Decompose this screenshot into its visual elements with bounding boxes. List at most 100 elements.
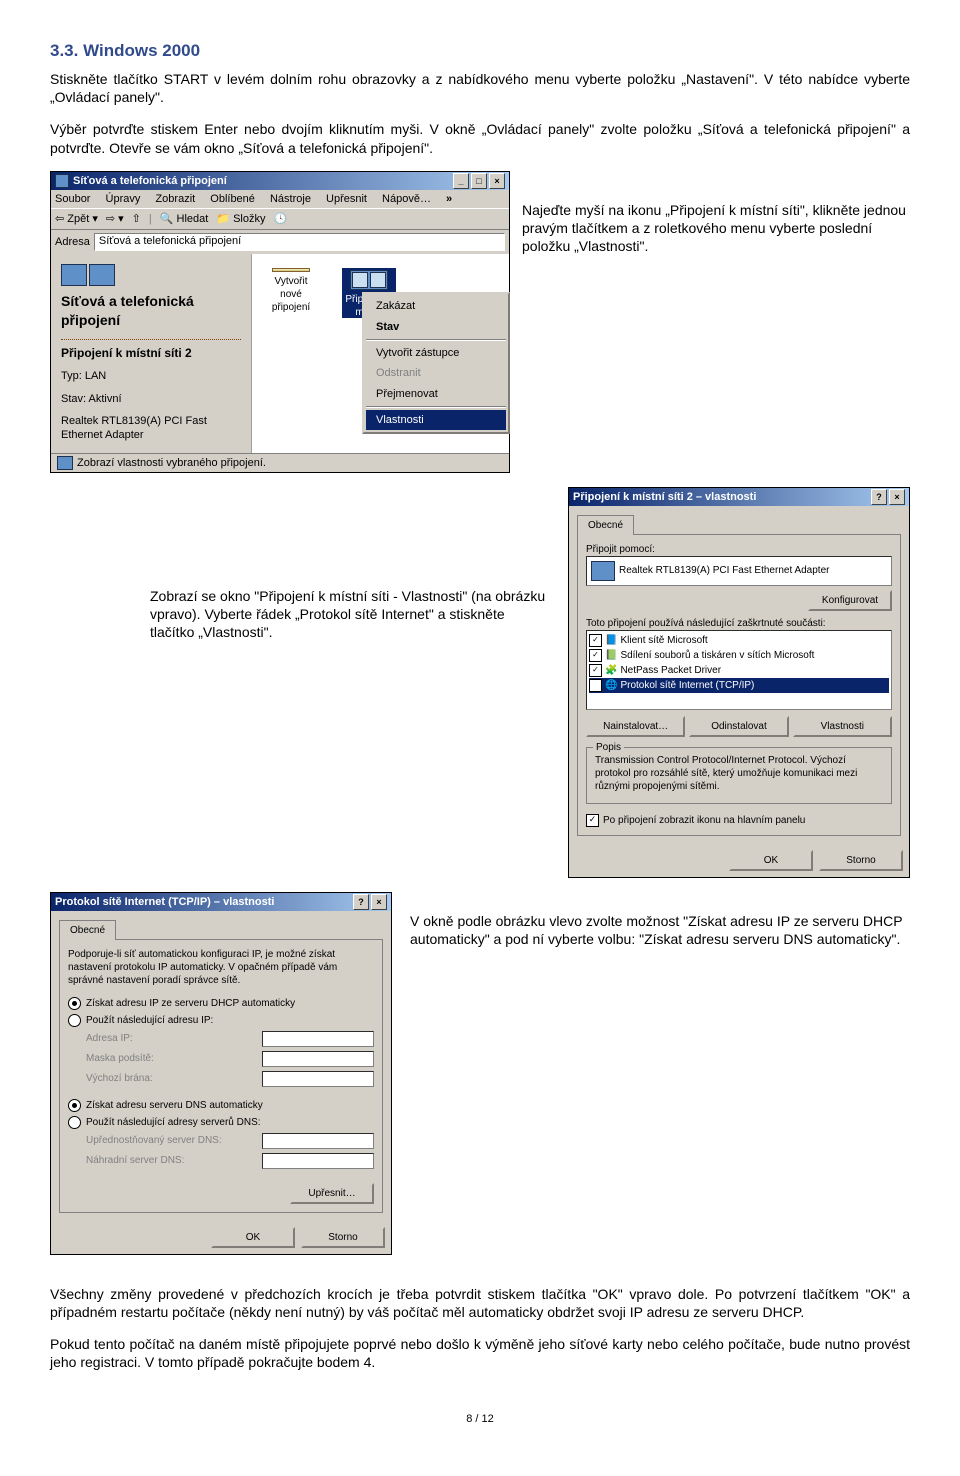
dns1-label: Upřednostňovaný server DNS:: [86, 1134, 222, 1147]
radio-static-ip[interactable]: Použít následující adresu IP:: [68, 1014, 374, 1027]
lan-props-title: Připojení k místní síti 2 – vlastnosti: [573, 488, 756, 506]
explorer-window: Síťová a telefonická připojení _ □ × Sou…: [50, 171, 510, 473]
device-box: Realtek RTL8139(A) PCI Fast Ethernet Ada…: [586, 556, 892, 586]
help-icon[interactable]: ?: [871, 489, 887, 505]
ctx-delete: Odstranit: [366, 363, 506, 383]
menu-soubor[interactable]: Soubor: [55, 193, 90, 205]
ctx-properties[interactable]: Vlastnosti: [366, 410, 506, 430]
cancel-button[interactable]: Storno: [301, 1227, 385, 1248]
nic-icon: [591, 561, 615, 581]
radio-dhcp-ip[interactable]: Získat adresu IP ze serveru DHCP automat…: [68, 997, 374, 1010]
icon-new-connection[interactable]: Vytvořit nové připojení: [266, 268, 316, 314]
explorer-title: Síťová a telefonická připojení: [55, 172, 227, 190]
page-number: 8 / 12: [50, 1412, 910, 1426]
radio-icon: [68, 997, 81, 1010]
advanced-button[interactable]: Upřesnit…: [290, 1183, 374, 1204]
mask-label: Maska podsítě:: [86, 1052, 154, 1065]
uninstall-button[interactable]: Odinstalovat: [689, 716, 788, 737]
caption-2: Zobrazí se okno "Připojení k místní síti…: [50, 487, 550, 642]
caption-3: V okně podle obrázku vlevo zvolte možnos…: [410, 892, 910, 948]
components-list[interactable]: ✓📘 Klient sítě Microsoft ✓📗 Sdílení soub…: [586, 630, 892, 710]
cancel-button[interactable]: Storno: [819, 850, 903, 871]
radio-icon: [68, 1014, 81, 1027]
explorer-titlebar: Síťová a telefonická připojení _ □ ×: [51, 172, 509, 190]
tcpip-titlebar: Protokol sítě Internet (TCP/IP) – vlastn…: [51, 893, 391, 911]
install-button[interactable]: Nainstalovat…: [586, 716, 685, 737]
help-icon[interactable]: ?: [353, 894, 369, 910]
tcpip-row[interactable]: ✓🌐 Protokol sítě Internet (TCP/IP): [589, 678, 889, 693]
show-tray-icon-checkbox[interactable]: ✓ Po připojení zobrazit ikonu na hlavním…: [586, 814, 892, 827]
menu-upresnit[interactable]: Upřesnit: [326, 193, 367, 205]
side-heading: Síťová a telefonická připojení: [61, 292, 241, 328]
dns1-input: [262, 1133, 374, 1149]
dns2-input: [262, 1153, 374, 1169]
ip-label: Adresa IP:: [86, 1032, 133, 1045]
ok-button[interactable]: OK: [729, 850, 813, 871]
properties-button[interactable]: Vlastnosti: [793, 716, 892, 737]
address-label: Adresa: [55, 235, 90, 249]
menubar: Soubor Úpravy Zobrazit Oblíbené Nástroje…: [51, 190, 509, 208]
configure-button[interactable]: Konfigurovat: [808, 590, 892, 611]
ctx-shortcut[interactable]: Vytvořit zástupce: [366, 343, 506, 363]
checkbox-icon: ✓: [586, 814, 599, 827]
chevron-icon[interactable]: »: [446, 193, 452, 205]
side-item-name: Připojení k místní síti 2: [61, 346, 241, 362]
side-state: Stav: Aktivní: [61, 392, 241, 406]
paragraph-2: Výběr potvrďte stiskem Enter nebo dvojím…: [50, 120, 910, 156]
gw-input: [262, 1071, 374, 1087]
tab-general[interactable]: Obecné: [59, 920, 116, 940]
section-heading: 3.3. Windows 2000: [50, 40, 910, 62]
icon-pane[interactable]: Vytvořit nové připojení Připojení k míst…: [252, 254, 509, 452]
caption-1: Najeďte myší na ikonu „Připojení k místn…: [522, 171, 910, 473]
menu-napoveda[interactable]: Nápově…: [382, 193, 431, 205]
side-type: Typ: LAN: [61, 369, 241, 383]
mask-input: [262, 1051, 374, 1067]
radio-icon: [68, 1116, 81, 1129]
menu-oblibene[interactable]: Oblíbené: [210, 193, 255, 205]
close-icon[interactable]: ×: [371, 894, 387, 910]
maximize-icon[interactable]: □: [471, 173, 487, 189]
connect-using-label: Připojit pomocí:: [586, 543, 892, 556]
context-menu: Zakázat Stav Vytvořit zástupce Odstranit…: [362, 292, 510, 434]
toolbar: ⇦ Zpět ▾ ⇨ ▾ ⇧ | 🔍 Hledat 📁 Složky 🕓: [51, 208, 509, 230]
menu-zobrazit[interactable]: Zobrazit: [155, 193, 195, 205]
description-group: Popis Transmission Control Protocol/Inte…: [586, 747, 892, 804]
tcpip-dialog: Protokol sítě Internet (TCP/IP) – vlastn…: [50, 892, 392, 1255]
ok-button[interactable]: OK: [211, 1227, 295, 1248]
minimize-icon[interactable]: _: [453, 173, 469, 189]
address-bar: Adresa Síťová a telefonická připojení: [51, 230, 509, 254]
search-button[interactable]: 🔍 Hledat: [160, 212, 209, 226]
radio-icon: [68, 1099, 81, 1112]
dns2-label: Náhradní server DNS:: [86, 1154, 184, 1167]
side-panel: Síťová a telefonická připojení Připojení…: [51, 254, 252, 452]
paragraph-end-1: Všechny změny provedené v předchozích kr…: [50, 1285, 910, 1321]
up-button[interactable]: ⇧: [132, 212, 141, 226]
tcpip-title: Protokol sítě Internet (TCP/IP) – vlastn…: [55, 893, 274, 911]
address-input[interactable]: Síťová a telefonická připojení: [94, 233, 505, 251]
network-icon: [55, 174, 69, 188]
ip-input: [262, 1031, 374, 1047]
close-icon[interactable]: ×: [489, 173, 505, 189]
tcpip-intro: Podporuje-li síť automatickou konfigurac…: [68, 948, 374, 987]
panel-icon: [61, 264, 87, 286]
menu-nastroje[interactable]: Nástroje: [270, 193, 311, 205]
radio-static-dns[interactable]: Použít následující adresy serverů DNS:: [68, 1116, 374, 1129]
folders-button[interactable]: 📁 Složky: [216, 212, 265, 226]
side-device: Realtek RTL8139(A) PCI Fast Ethernet Ada…: [61, 414, 241, 443]
back-button[interactable]: ⇦ Zpět ▾: [55, 212, 98, 226]
ctx-disable[interactable]: Zakázat: [366, 296, 506, 316]
components-label: Toto připojení používá následující zaškr…: [586, 617, 892, 630]
lan-properties-dialog: Připojení k místní síti 2 – vlastnosti ?…: [568, 487, 910, 878]
tab-general[interactable]: Obecné: [577, 515, 634, 535]
forward-button[interactable]: ⇨ ▾: [106, 212, 124, 226]
ctx-rename[interactable]: Přejmenovat: [366, 384, 506, 404]
radio-dhcp-dns[interactable]: Získat adresu serveru DNS automaticky: [68, 1099, 374, 1112]
history-button[interactable]: 🕓: [273, 212, 287, 226]
close-icon[interactable]: ×: [889, 489, 905, 505]
device-name: Realtek RTL8139(A) PCI Fast Ethernet Ada…: [619, 564, 829, 577]
paragraph-end-2: Pokud tento počítač na daném místě připo…: [50, 1335, 910, 1371]
menu-upravy[interactable]: Úpravy: [106, 193, 141, 205]
lan-props-titlebar: Připojení k místní síti 2 – vlastnosti ?…: [569, 488, 909, 506]
ctx-stav[interactable]: Stav: [366, 317, 506, 337]
statusbar: Zobrazí vlastnosti vybraného připojení.: [51, 453, 509, 472]
